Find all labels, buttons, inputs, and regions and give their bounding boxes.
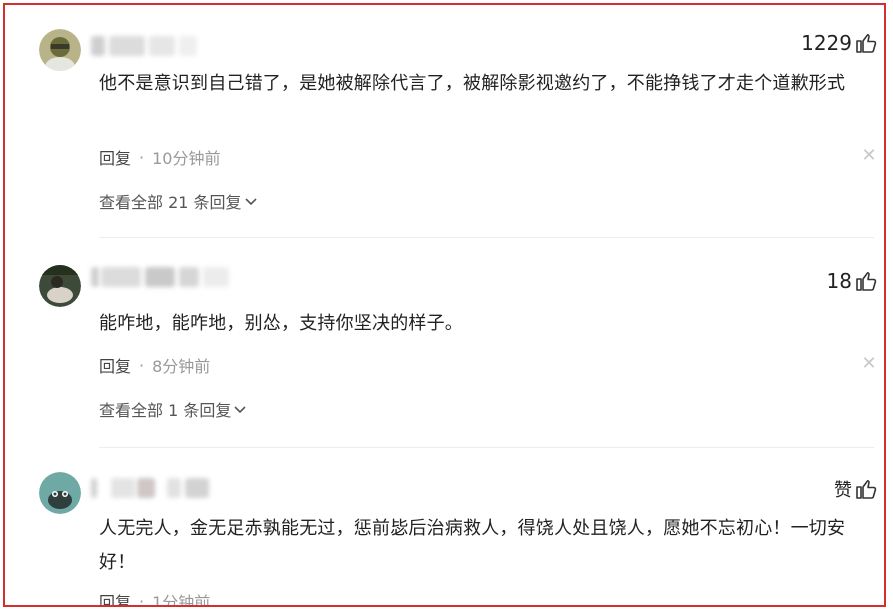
comment-text: 人无完人，金无足赤孰能无过，惩前毖后治病救人，得饶人处且饶人，愿她不忘初心！一切… [99, 518, 846, 573]
comment-time: 1分钟前 [152, 593, 211, 607]
meta-separator: · [139, 591, 145, 607]
thumbs-up-icon [856, 272, 877, 291]
close-icon[interactable]: ✕ [860, 147, 878, 165]
thumbs-up-icon [856, 480, 877, 499]
reply-button[interactable]: 回复 [99, 145, 131, 169]
comment-time: 10分钟前 [152, 149, 221, 168]
comment-text: 能咋地，能咋地，别怂，支持你坚决的样子。 [99, 313, 463, 334]
meta-separator: · [139, 147, 145, 167]
like-count: 1229 [801, 31, 852, 55]
comment-time: 8分钟前 [152, 357, 211, 376]
view-all-replies-button[interactable]: 查看全部 21 条回复 [99, 189, 258, 213]
avatar[interactable] [39, 472, 81, 514]
divider [99, 237, 874, 238]
avatar[interactable] [39, 265, 81, 307]
like-button[interactable]: 1229 [801, 31, 878, 55]
chevron-down-icon [234, 406, 246, 414]
username-blurred[interactable] [91, 265, 229, 289]
comment-meta: 回复 · 1分钟前 [99, 589, 211, 607]
view-all-replies-label: 查看全部 21 条回复 [99, 193, 242, 212]
divider [99, 447, 874, 448]
avatar[interactable] [39, 29, 81, 71]
meta-separator: · [139, 355, 145, 375]
thumbs-up-icon [856, 34, 877, 53]
like-button[interactable]: 18 [827, 269, 878, 293]
view-all-replies-button[interactable]: 查看全部 1 条回复 [99, 397, 247, 421]
like-label: 赞 [834, 480, 852, 501]
reply-button[interactable]: 回复 [99, 353, 131, 377]
reply-button[interactable]: 回复 [99, 589, 131, 605]
like-button[interactable]: 赞 [834, 476, 878, 502]
close-icon[interactable]: ✕ [860, 355, 878, 373]
username-blurred[interactable] [91, 34, 197, 58]
comment-meta: 回复 · 10分钟前 [99, 145, 220, 169]
like-count: 18 [826, 269, 852, 293]
comment-list: 1229 他不是意识到自己错了，是她被解除代言了，被解除影视邀约了，不能挣钱了才… [3, 3, 886, 607]
comment-text: 他不是意识到自己错了，是她被解除代言了，被解除影视邀约了，不能挣钱了才走个道歉形… [99, 73, 846, 94]
comment-meta: 回复 · 8分钟前 [99, 353, 210, 377]
chevron-down-icon [244, 198, 257, 206]
username-blurred[interactable] [91, 476, 209, 500]
view-all-replies-label: 查看全部 1 条回复 [99, 401, 232, 420]
